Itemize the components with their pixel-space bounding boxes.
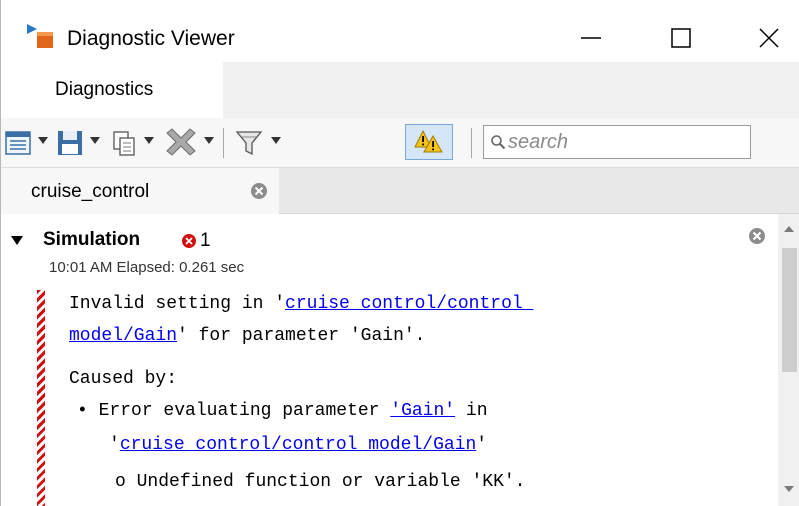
title-bar: Diagnostic Viewer <box>1 0 799 62</box>
diagnostic-content: Simulation 1 10:01 AM Elapsed: 0.261 sec… <box>1 214 778 506</box>
caused-by-label: Caused by: <box>69 369 178 389</box>
message-text: Invalid setting in ' <box>69 294 286 314</box>
sub-cause-text: Undefined function or variable 'KK'. <box>136 472 526 492</box>
source-tab-row: cruise_control <box>1 168 799 214</box>
source-tab-cruise-control[interactable]: cruise_control <box>1 168 279 214</box>
ribbon-tab-strip: Diagnostics <box>1 62 799 118</box>
minimize-icon <box>581 37 601 39</box>
cause-bullet-1: • Error evaluating parameter 'Gain' in <box>77 401 488 421</box>
error-icon <box>182 234 196 248</box>
search-input[interactable] <box>508 128 743 156</box>
clear-dropdown-arrow[interactable] <box>204 137 214 144</box>
gain-block-link[interactable]: cruise control/control model/Gain <box>120 435 476 455</box>
parameter-gain-link[interactable]: 'Gain' <box>390 401 455 421</box>
view-button[interactable] <box>3 126 33 160</box>
message-line-2: model/Gain' for parameter 'Gain'. <box>69 326 425 346</box>
scroll-up-arrow-icon[interactable] <box>784 226 794 232</box>
close-tab-icon[interactable] <box>249 181 269 201</box>
diagnostic-stage-title: Simulation <box>43 229 141 250</box>
copy-button[interactable] <box>109 126 139 160</box>
filter-button[interactable] <box>233 126 265 160</box>
error-severity-bar <box>37 290 45 506</box>
close-icon <box>759 28 779 48</box>
view-dropdown-arrow[interactable] <box>38 137 48 144</box>
maximize-button[interactable] <box>651 14 711 62</box>
clear-icon <box>166 128 196 156</box>
scroll-down-arrow-icon[interactable] <box>784 486 794 492</box>
copy-icon <box>113 131 135 156</box>
filter-icon <box>235 131 263 156</box>
search-icon <box>491 135 506 150</box>
show-warnings-toggle[interactable] <box>405 124 453 160</box>
copy-dropdown-arrow[interactable] <box>144 137 154 144</box>
message-text: ' for parameter 'Gain'. <box>177 326 426 346</box>
block-path-link[interactable]: cruise control/control <box>285 294 533 314</box>
close-window-button[interactable] <box>739 14 799 62</box>
toolbar-separator <box>471 128 472 158</box>
source-tab-label: cruise_control <box>31 181 150 202</box>
cause-bullet-1-line-2: 'cruise control/control model/Gain' <box>109 435 487 455</box>
save-button[interactable] <box>55 126 85 160</box>
scrollbar-thumb[interactable] <box>782 248 797 372</box>
error-count: 1 <box>200 230 211 251</box>
bullet-icon: • <box>77 401 88 421</box>
search-box[interactable] <box>483 125 751 159</box>
window-title: Diagnostic Viewer <box>67 27 235 50</box>
tab-diagnostics-label: Diagnostics <box>55 79 154 100</box>
toolbar <box>1 118 799 168</box>
dismiss-diagnostic-icon[interactable] <box>747 226 767 246</box>
maximize-icon <box>671 28 691 48</box>
table-view-icon <box>5 131 31 155</box>
save-dropdown-arrow[interactable] <box>90 137 100 144</box>
cause-text-suffix: in <box>455 401 488 421</box>
clear-button[interactable] <box>161 126 201 160</box>
save-icon <box>58 131 82 155</box>
sub-bullet-icon: o <box>115 472 126 492</box>
quote-open: ' <box>109 435 120 455</box>
cause-text: Error evaluating parameter <box>98 401 391 421</box>
vertical-scrollbar[interactable] <box>778 214 799 506</box>
simulink-app-icon <box>27 24 53 48</box>
collapse-arrow-icon[interactable] <box>11 236 23 245</box>
block-path-link-continued[interactable]: model/Gain <box>69 326 177 346</box>
diagnostic-timestamp: 10:01 AM Elapsed: 0.261 sec <box>49 259 245 276</box>
quote-close: ' <box>476 435 488 455</box>
filter-dropdown-arrow[interactable] <box>271 137 281 144</box>
minimize-button[interactable] <box>561 14 621 62</box>
message-line-1: Invalid setting in 'cruise control/contr… <box>69 294 534 314</box>
tab-diagnostics[interactable]: Diagnostics <box>1 62 223 118</box>
toolbar-separator <box>223 128 224 158</box>
warning-toggle-icon <box>414 129 443 153</box>
diagnostic-viewer-window: Diagnostic Viewer Diagnostics search cru… <box>0 0 799 506</box>
sub-cause-item: o Undefined function or variable 'KK'. <box>115 472 526 492</box>
